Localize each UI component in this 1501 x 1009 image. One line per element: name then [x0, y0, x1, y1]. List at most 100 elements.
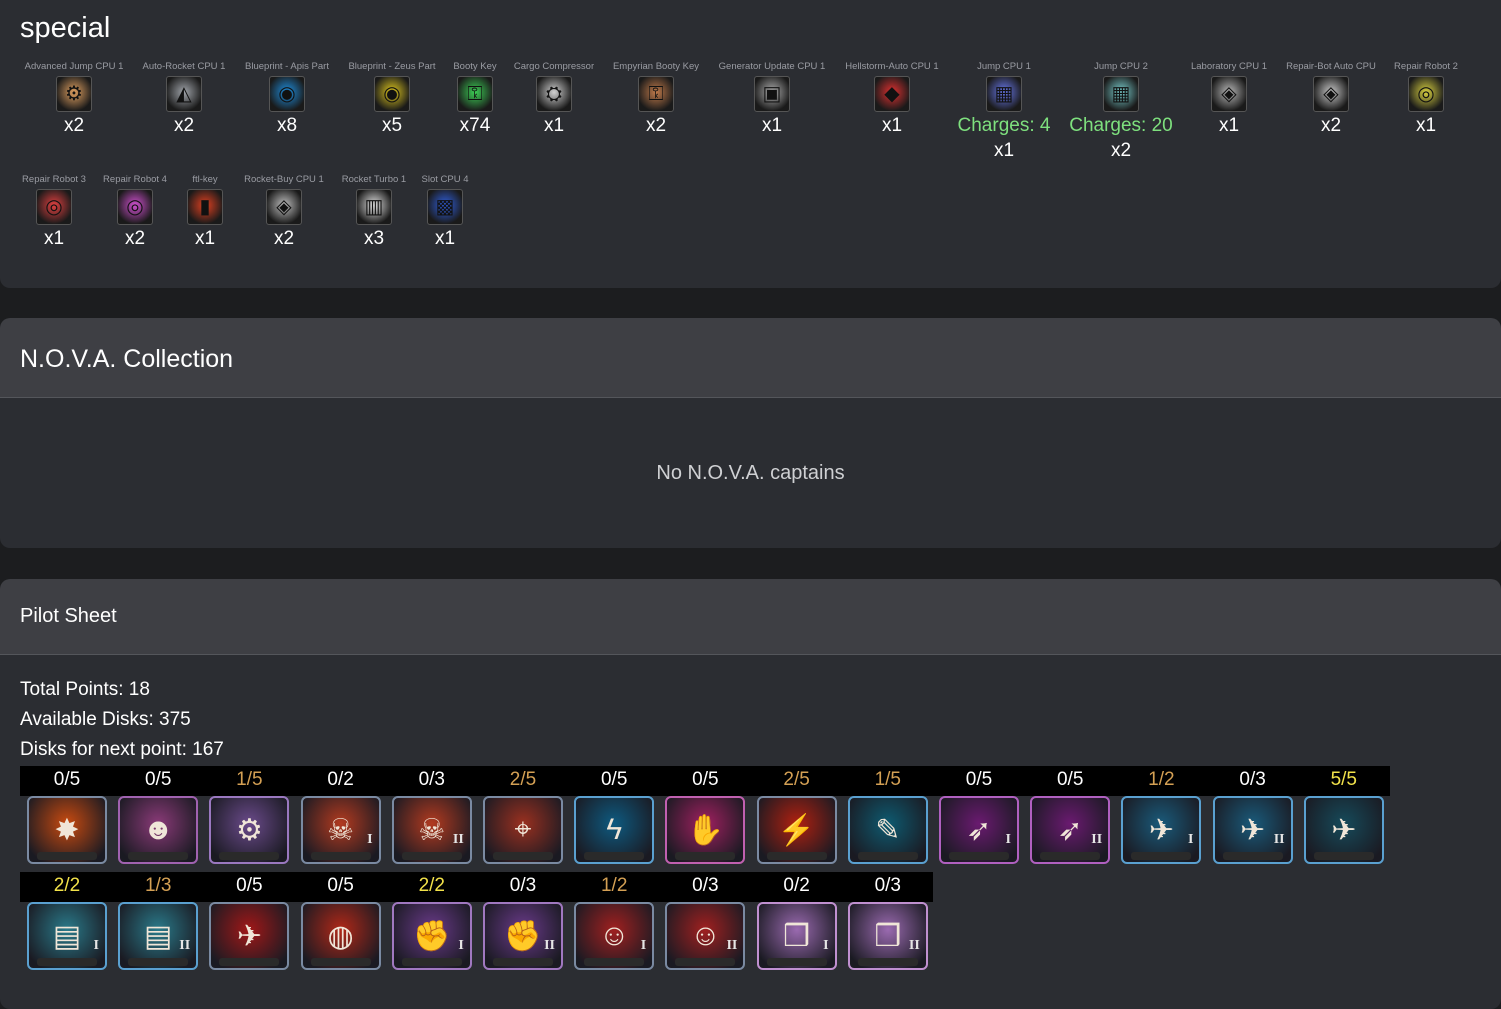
- ship-thrust-2-skill-icon[interactable]: ✈ II: [1212, 796, 1293, 864]
- skill-level: 0/3: [509, 875, 537, 896]
- explosion-skill-icon[interactable]: ✸: [27, 796, 107, 864]
- skill-level: 2/2: [53, 875, 81, 896]
- skill-level: 0/5: [144, 769, 172, 790]
- skill-card-base: [584, 958, 645, 966]
- skill-glyph: ☠: [418, 813, 446, 847]
- pilot-face-2-skill-icon[interactable]: ☺ II: [665, 902, 746, 970]
- skill-level: 0/2: [327, 769, 354, 790]
- skill-level: 0/3: [1239, 769, 1266, 790]
- credit-bills-skill-icon[interactable]: ▤ I: [27, 902, 107, 970]
- skill-card-base: [310, 852, 371, 860]
- item-name: Advanced Jump CPU 1: [24, 61, 124, 72]
- skill-glyph: ✈: [1148, 813, 1174, 847]
- grab-hand-skill-icon[interactable]: ✋: [665, 796, 746, 864]
- skill-card-base: [1040, 852, 1101, 860]
- skill-level: 2/5: [783, 769, 810, 790]
- item-name: Generator Update CPU 1: [718, 61, 826, 72]
- total-points: Total Points: 18: [20, 679, 150, 700]
- item-count: x1: [434, 228, 456, 249]
- skill-tier-numeral: II: [1273, 832, 1285, 847]
- special-item[interactable]: Auto-Rocket CPU 1 ◭ x2: [124, 61, 244, 137]
- item-name: Slot CPU 4: [421, 174, 469, 185]
- special-item[interactable]: Repair Robot 2 ◎ x1: [1366, 61, 1486, 137]
- skill-glyph: ✊: [413, 919, 451, 953]
- fighter-ship-skill-icon[interactable]: ✈: [209, 902, 290, 970]
- credit-bills-2-skill-icon[interactable]: ▤ II: [118, 902, 199, 970]
- special-item[interactable]: Blueprint - Apis Part ◉ x8: [227, 61, 347, 137]
- special-item[interactable]: Generator Update CPU 1 ▣ x1: [712, 61, 832, 137]
- skull-skill-icon[interactable]: ☠ I: [300, 796, 381, 864]
- skill-level: 0/3: [418, 769, 445, 790]
- nova-title: N.O.V.A. Collection: [20, 345, 234, 373]
- special-item[interactable]: Jump CPU 1 ▦ Charges: 4 x1: [944, 61, 1064, 162]
- fist-2-skill-icon[interactable]: ✊ II: [483, 902, 563, 970]
- rocket-trail-2-skill-icon[interactable]: ➶ II: [1030, 796, 1111, 864]
- cubes-2-skill-icon[interactable]: ❒ II: [847, 902, 928, 970]
- pilot-face-skill-icon[interactable]: ☺ I: [574, 902, 655, 970]
- slot-chip-icon: ▩: [427, 189, 463, 225]
- ship-radar-skill-icon[interactable]: ✈: [1303, 796, 1384, 864]
- skill-glyph: ☺: [690, 919, 721, 952]
- special-item[interactable]: Advanced Jump CPU 1 ⚙ x2: [14, 61, 134, 137]
- skill-level: 1/2: [600, 875, 628, 896]
- item-count: x2: [63, 115, 85, 136]
- skill-glyph: ⚙: [235, 813, 263, 847]
- skill-card-base: [401, 958, 462, 966]
- laser-beam-skill-icon[interactable]: ⚡: [756, 796, 837, 864]
- skill-tier-numeral: II: [179, 938, 191, 953]
- item-count: x1: [881, 115, 903, 136]
- special-item[interactable]: Hellstorm-Auto CPU 1 ◆ x1: [832, 61, 952, 137]
- special-title: special: [20, 12, 111, 44]
- skill-level: 0/5: [692, 769, 719, 790]
- special-item[interactable]: Slot CPU 4 ▩ x1: [385, 174, 505, 250]
- skill-glyph: ❒: [874, 919, 902, 953]
- rifle-skill-icon[interactable]: ⌖: [483, 796, 563, 864]
- skill-card-base: [401, 852, 462, 860]
- skill-glyph: ✈: [236, 919, 262, 953]
- skill-glyph: ☺: [598, 919, 630, 952]
- item-count: x2: [1110, 140, 1132, 161]
- booty-key-icon: ⚿: [457, 76, 493, 112]
- cubes-skill-icon[interactable]: ❒ I: [756, 902, 837, 970]
- generator-chip-icon: ▣: [754, 76, 790, 112]
- skill-tier-numeral: II: [452, 832, 464, 847]
- skill-glyph: ⌖: [514, 813, 532, 846]
- skill-glyph: ✈: [1240, 813, 1266, 847]
- fist-skill-icon[interactable]: ✊ I: [391, 902, 472, 970]
- available-disks: Available Disks: 375: [20, 709, 191, 730]
- special-item[interactable]: Jump CPU 2 ▦ Charges: 20 x2: [1061, 61, 1181, 162]
- pilot-title: Pilot Sheet: [20, 605, 117, 627]
- skull-skill-2-icon[interactable]: ☠ II: [391, 796, 472, 864]
- commander-face-skill-icon[interactable]: ☻: [118, 796, 199, 864]
- repair-bot-chip-icon: ◈: [1313, 76, 1349, 112]
- item-name: Jump CPU 2: [1094, 61, 1148, 72]
- skill-card-base: [219, 958, 280, 966]
- wrench-skill-icon[interactable]: ✎: [847, 796, 928, 864]
- skill-glyph: ✎: [875, 813, 901, 847]
- ship-thrust-skill-icon[interactable]: ✈ I: [1121, 796, 1202, 864]
- skill-glyph: ❒: [783, 919, 811, 953]
- skill-level: 0/5: [1056, 769, 1084, 790]
- rocket-trail-skill-icon[interactable]: ➶ I: [939, 796, 1019, 864]
- item-name: Repair Robot 2: [1394, 61, 1458, 72]
- item-charges: Charges: 4: [957, 115, 1051, 136]
- skill-tier-numeral: II: [544, 938, 555, 953]
- skill-card-base: [675, 852, 736, 860]
- cargo-machine-skill-icon[interactable]: ⚙: [209, 796, 290, 864]
- skill-glyph: ✋: [686, 813, 725, 847]
- item-name: Hellstorm-Auto CPU 1: [845, 61, 939, 72]
- lightning-skill-icon[interactable]: ϟ: [574, 796, 655, 864]
- skill-glyph: ➶: [966, 813, 992, 847]
- skill-level: 2/2: [418, 875, 445, 896]
- skill-tier-numeral: I: [1005, 832, 1011, 847]
- item-count: x2: [645, 115, 667, 136]
- gear-chip-icon: ⚙: [56, 76, 92, 112]
- planet-ring-skill-icon[interactable]: ◍: [300, 902, 381, 970]
- nova-empty-message: No N.O.V.A. captains: [656, 462, 845, 484]
- skill-card-base: [37, 852, 97, 860]
- special-item[interactable]: Empyrian Booty Key ⚿ x2: [596, 61, 716, 137]
- skill-card-base: [37, 958, 97, 966]
- item-charges: Charges: 20: [1069, 115, 1173, 136]
- skill-card-base: [1313, 852, 1374, 860]
- skill-tier-numeral: I: [640, 938, 647, 953]
